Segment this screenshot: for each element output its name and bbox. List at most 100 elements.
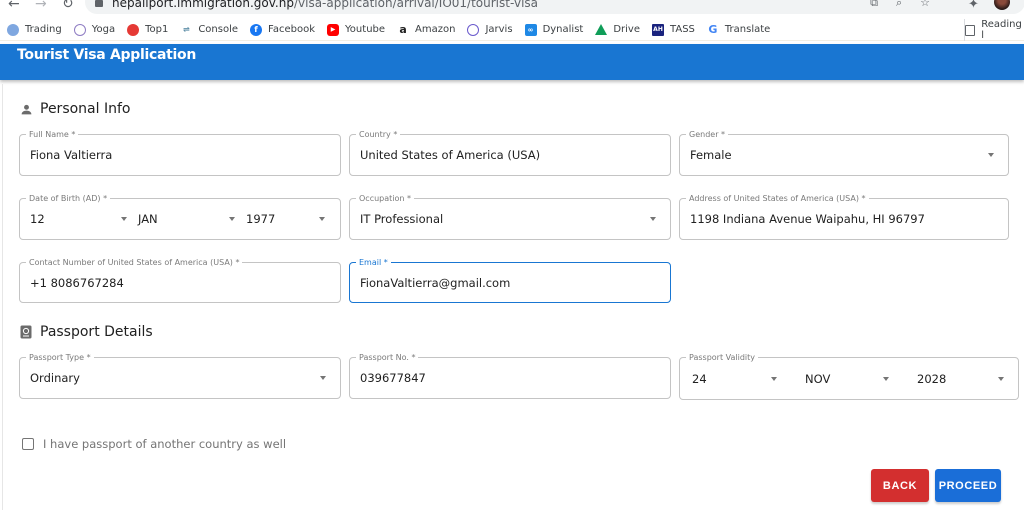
- bookmarks-bar: Trading Yoga Top1 ⇌ Console f Facebook ▶ Yo…: [0, 19, 1024, 41]
- bookmark-label: Amazon: [415, 24, 456, 35]
- validity-year-select[interactable]: 2028: [907, 358, 1004, 399]
- console-icon: ⇌: [180, 23, 193, 36]
- passport-validity-field: Passport Validity 24 NOV 2028: [679, 352, 1019, 400]
- gender-label: Gender *: [686, 129, 729, 140]
- youtube-icon: ▶: [327, 23, 340, 36]
- chevron-down-icon[interactable]: [320, 376, 326, 380]
- other-passport-option[interactable]: I have passport of another country as we…: [22, 437, 286, 451]
- dob-year-select[interactable]: 1977: [236, 199, 325, 239]
- bookmark-facebook[interactable]: f Facebook: [250, 23, 315, 36]
- validity-year-value: 2028: [917, 371, 947, 386]
- chevron-down-icon[interactable]: [319, 217, 325, 221]
- back-button[interactable]: BACK: [871, 469, 929, 502]
- gender-value[interactable]: Female: [690, 148, 732, 162]
- passport-number-value[interactable]: 039677847: [360, 371, 426, 385]
- reload-icon[interactable]: ↻: [62, 0, 74, 12]
- bookmark-label: Dynalist: [542, 24, 584, 35]
- reading-list-icon: [965, 24, 976, 36]
- address-value[interactable]: 1198 Indiana Avenue Waipahu, HI 96797: [690, 212, 925, 226]
- dob-month-select[interactable]: JAN: [128, 199, 235, 239]
- bookmark-dynalist[interactable]: ∞ Dynalist: [524, 23, 584, 36]
- bookmark-star-icon[interactable]: ☆: [920, 0, 930, 10]
- validity-month-select[interactable]: NOV: [795, 358, 889, 399]
- occupation-label: Occupation *: [356, 193, 415, 204]
- contact-number-label: Contact Number of United States of Ameri…: [26, 257, 243, 268]
- chevron-down-icon[interactable]: [771, 376, 777, 381]
- bookmark-label: Youtube: [345, 24, 386, 35]
- passport-type-label: Passport Type *: [26, 352, 94, 363]
- address-field[interactable]: Address of United States of America (USA…: [679, 193, 1009, 240]
- bookmark-translate[interactable]: G Translate: [706, 23, 771, 36]
- occupation-value[interactable]: IT Professional: [360, 212, 443, 226]
- bookmark-label: Trading: [25, 24, 62, 35]
- chevron-down-icon[interactable]: [998, 376, 1004, 381]
- country-field[interactable]: Country * United States of America (USA): [349, 129, 671, 176]
- full-name-field[interactable]: Full Name * Fiona Valtierra: [19, 129, 341, 176]
- proceed-button[interactable]: PROCEED: [935, 469, 1001, 502]
- validity-month-value: NOV: [805, 371, 831, 386]
- bookmark-drive[interactable]: Drive: [595, 24, 640, 35]
- extensions-puzzle-icon[interactable]: ✦: [968, 0, 979, 12]
- country-label: Country *: [356, 129, 401, 140]
- bookmark-amazon[interactable]: a Amazon: [397, 23, 456, 36]
- email-field[interactable]: Email * FionaValtierra@gmail.com: [349, 257, 671, 303]
- validity-day-value: 24: [692, 371, 707, 386]
- top1-icon: [127, 23, 140, 36]
- passport-number-label: Passport No. *: [356, 352, 419, 363]
- forward-arrow-icon[interactable]: →: [35, 0, 47, 12]
- google-icon: G: [706, 23, 719, 36]
- gender-select[interactable]: Gender * Female: [679, 129, 1009, 176]
- translate-page-icon[interactable]: ⧉: [870, 0, 878, 10]
- back-arrow-icon[interactable]: ←: [8, 0, 20, 12]
- passport-number-field[interactable]: Passport No. * 039677847: [349, 352, 671, 399]
- passport-details-heading: Passport Details: [18, 324, 153, 340]
- bookmark-yoga[interactable]: Yoga: [73, 23, 116, 36]
- country-value[interactable]: United States of America (USA): [360, 148, 540, 162]
- passport-type-value[interactable]: Ordinary: [30, 371, 80, 385]
- reading-list-button[interactable]: Reading l: [964, 19, 1024, 41]
- other-passport-label[interactable]: I have passport of another country as we…: [43, 437, 286, 451]
- dob-month-value: JAN: [138, 212, 158, 226]
- bookmark-console[interactable]: ⇌ Console: [180, 23, 239, 36]
- zoom-icon[interactable]: ⌕: [896, 0, 902, 10]
- address-label: Address of United States of America (USA…: [686, 193, 869, 204]
- bookmark-trading[interactable]: Trading: [7, 23, 62, 36]
- bookmark-label: Top1: [145, 24, 169, 35]
- url-text[interactable]: nepaliport.immigration.gov.np/visa-appli…: [112, 0, 538, 10]
- bookmark-jarvis[interactable]: Jarvis: [467, 23, 513, 36]
- drive-icon: [595, 24, 608, 35]
- dob-day-select[interactable]: 12: [20, 199, 127, 239]
- passport-icon: [18, 325, 34, 339]
- occupation-select[interactable]: Occupation * IT Professional: [349, 193, 671, 240]
- trading-icon: [7, 23, 19, 36]
- other-passport-checkbox[interactable]: [22, 438, 34, 450]
- bookmark-label: Yoga: [91, 24, 116, 35]
- chevron-down-icon[interactable]: [988, 153, 994, 157]
- bookmark-youtube[interactable]: ▶ Youtube: [327, 23, 386, 36]
- chevron-down-icon[interactable]: [121, 217, 127, 221]
- bookmark-label: Drive: [613, 24, 641, 35]
- bookmark-label: Translate: [724, 24, 771, 35]
- chevron-down-icon[interactable]: [883, 376, 889, 381]
- passport-type-select[interactable]: Passport Type * Ordinary: [19, 352, 341, 399]
- section-title-text: Passport Details: [40, 324, 153, 340]
- validity-day-select[interactable]: 24: [682, 358, 777, 399]
- bookmark-tass[interactable]: AH TASS: [652, 23, 695, 36]
- chevron-down-icon[interactable]: [650, 217, 656, 221]
- address-bar[interactable]: nepaliport.immigration.gov.np/visa-appli…: [85, 0, 1024, 14]
- tass-icon: AH: [652, 23, 665, 36]
- chevron-down-icon[interactable]: [229, 217, 235, 221]
- bookmark-top1[interactable]: Top1: [127, 23, 169, 36]
- date-of-birth-field: Date of Birth (AD) * 12 JAN 1977: [19, 193, 341, 240]
- contact-number-value[interactable]: +1 8086767284: [30, 276, 124, 290]
- bookmark-label: Console: [198, 24, 239, 35]
- email-value[interactable]: FionaValtierra@gmail.com: [360, 276, 510, 290]
- contact-number-field[interactable]: Contact Number of United States of Ameri…: [19, 257, 341, 303]
- email-label: Email *: [356, 257, 391, 268]
- section-title-text: Personal Info: [40, 101, 131, 117]
- dob-year-value: 1977: [246, 212, 276, 226]
- dob-day-value: 12: [30, 212, 45, 226]
- card-border: [2, 84, 3, 510]
- reading-list-label: Reading l: [981, 19, 1022, 41]
- full-name-value[interactable]: Fiona Valtierra: [30, 148, 112, 162]
